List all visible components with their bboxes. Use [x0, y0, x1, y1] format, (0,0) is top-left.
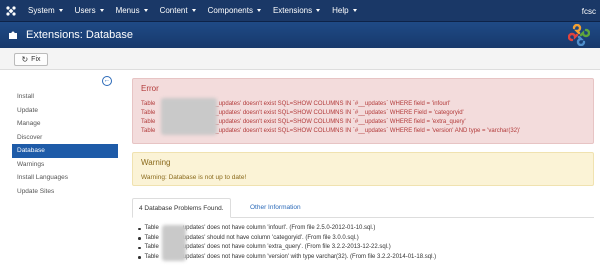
nav-label: Menus — [115, 6, 140, 15]
nav-label: Content — [159, 6, 188, 15]
list-item: Table updates' does not have column 'info… — [138, 224, 594, 234]
problem-text: updates' does not have column 'extra_que… — [182, 244, 391, 250]
caret-down-icon — [352, 9, 357, 12]
error-prefix: Table — [141, 119, 156, 125]
warning-text: Warning: Database is not up to date! — [141, 174, 247, 181]
nav-label: System — [28, 6, 55, 15]
bullet-icon — [138, 256, 141, 259]
error-prefix: Table — [141, 110, 156, 116]
caret-down-icon — [316, 9, 321, 12]
nav-item-extensions[interactable]: Extensions — [267, 0, 326, 22]
list-item: Table updates' does not have column 'vers… — [138, 253, 594, 263]
sidebar-item-install-languages[interactable]: Install Languages — [12, 171, 118, 185]
error-alert: Error Table _updates' doesn't exist SQL=S… — [132, 78, 594, 144]
main-menu: System Users Menus Content Components Ex… — [22, 0, 363, 22]
sidebar-item-manage[interactable]: Manage — [12, 117, 118, 131]
redacted-table-prefix — [161, 98, 217, 135]
caret-down-icon — [99, 9, 104, 12]
sidebar-item-warnings[interactable]: Warnings — [12, 158, 118, 172]
problem-list: Table updates' does not have column 'info… — [138, 224, 594, 262]
warning-alert: Warning Warning: Database is not up to d… — [132, 152, 594, 186]
bullet-icon — [138, 227, 141, 230]
nav-item-help[interactable]: Help — [326, 0, 362, 22]
problem-prefix: Table — [144, 225, 159, 231]
nav-item-system[interactable]: System — [22, 0, 69, 22]
sidebar-item-update[interactable]: Update — [12, 104, 118, 118]
top-navbar: System Users Menus Content Components Ex… — [0, 0, 600, 22]
nav-item-menus[interactable]: Menus — [110, 0, 154, 22]
joomla-logo-icon[interactable] — [0, 0, 22, 22]
problem-text: updates' does not have column 'infourl'.… — [182, 225, 376, 231]
caret-down-icon — [256, 9, 261, 12]
nav-label: Components — [207, 6, 253, 15]
fix-button[interactable]: ↻ Fix — [14, 53, 48, 66]
site-name-link[interactable]: fcsc — [582, 0, 596, 22]
tab-other-information[interactable]: Other Information — [244, 198, 307, 218]
sidebar: ← Install Update Manage Discover Databas… — [12, 76, 118, 200]
warning-heading: Warning — [141, 158, 171, 167]
nav-item-content[interactable]: Content — [154, 0, 202, 22]
caret-down-icon — [143, 9, 148, 12]
joomla-brand-icon — [567, 23, 591, 47]
problem-prefix: Table — [144, 244, 159, 250]
list-item: Table updates' does not have column 'extr… — [138, 243, 594, 253]
tab-problems[interactable]: 4 Database Problems Found. — [132, 198, 231, 218]
sidebar-item-database[interactable]: Database — [12, 144, 118, 158]
error-heading: Error — [141, 84, 159, 93]
result-tabs: 4 Database Problems Found. Other Informa… — [132, 196, 594, 218]
puzzle-icon — [0, 22, 26, 48]
nav-label: Extensions — [272, 6, 313, 15]
caret-down-icon — [191, 9, 196, 12]
sidebar-menu: Install Update Manage Discover Database … — [12, 90, 118, 198]
problem-text: updates' should not have column 'categor… — [182, 234, 359, 241]
nav-label: Help — [332, 6, 349, 15]
title-bar: Extensions: Database — [0, 22, 600, 48]
refresh-icon: ↻ — [21, 54, 29, 64]
problem-prefix: Table — [144, 234, 159, 241]
problem-text: updates' does not have column 'version' … — [182, 253, 437, 260]
sidebar-item-update-sites[interactable]: Update Sites — [12, 185, 118, 199]
nav-item-components[interactable]: Components — [202, 0, 267, 22]
redacted-table-prefix — [162, 225, 186, 261]
error-prefix: Table — [141, 128, 156, 134]
collapse-sidebar-icon[interactable]: ← — [102, 76, 112, 86]
caret-down-icon — [58, 9, 63, 12]
toolbar: ↻ Fix — [0, 48, 600, 70]
sidebar-item-install[interactable]: Install — [12, 90, 118, 104]
nav-label: Users — [74, 6, 96, 15]
sidebar-item-discover[interactable]: Discover — [12, 131, 118, 145]
error-prefix: Table — [141, 101, 156, 107]
bullet-icon — [138, 237, 141, 240]
nav-item-users[interactable]: Users — [69, 0, 110, 22]
fix-label: Fix — [31, 56, 41, 63]
problem-prefix: Table — [144, 253, 159, 260]
page-title: Extensions: Database — [26, 29, 134, 41]
list-item: Table updates' should not have column 'ca… — [138, 234, 594, 244]
bullet-icon — [138, 246, 141, 249]
